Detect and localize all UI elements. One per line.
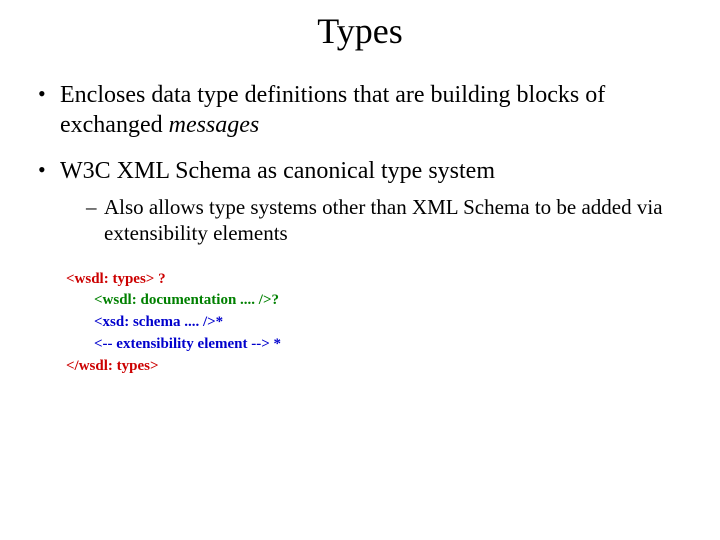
bullet-text: Encloses data type definitions that are … [60, 82, 605, 138]
bullet-list: Encloses data type definitions that are … [20, 80, 700, 247]
sub-bullet-list: Also allows type systems other than XML … [60, 194, 700, 247]
code-line: <-- extensibility element --> * [66, 334, 700, 356]
bullet-item: W3C XML Schema as canonical type system … [38, 156, 700, 247]
sub-bullet-item: Also allows type systems other than XML … [86, 194, 700, 247]
bullet-italic: messages [169, 112, 260, 138]
slide-title: Types [20, 10, 700, 52]
code-line: <wsdl: types> ? [66, 269, 700, 291]
code-line: </wsdl: types> [66, 356, 700, 378]
code-line: <wsdl: documentation .... />? [66, 290, 700, 312]
code-block: <wsdl: types> ? <wsdl: documentation ...… [66, 269, 700, 378]
sub-bullet-text: Also allows type systems other than XML … [104, 195, 663, 245]
bullet-item: Encloses data type definitions that are … [38, 80, 700, 140]
bullet-text: W3C XML Schema as canonical type system [60, 158, 495, 184]
code-line: <xsd: schema .... />* [66, 312, 700, 334]
